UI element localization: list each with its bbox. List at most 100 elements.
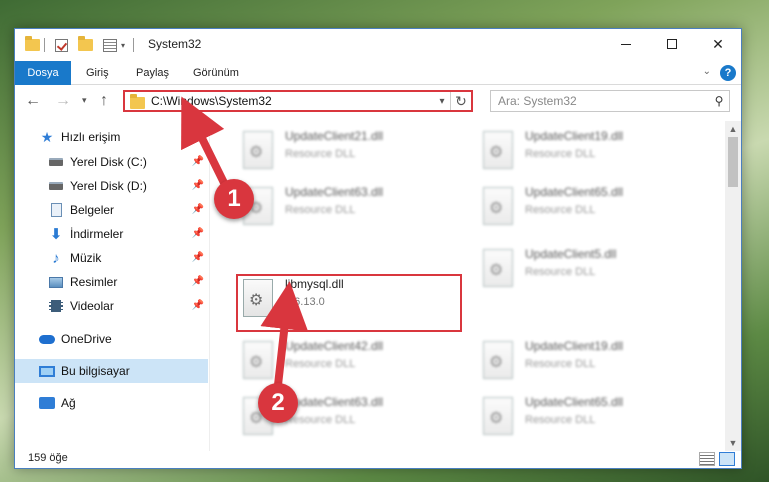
tab-file[interactable]: Dosya: [15, 61, 71, 85]
cloud-icon: [39, 332, 55, 346]
vertical-scrollbar[interactable]: ▲ ▼: [725, 121, 741, 451]
video-icon: [48, 299, 64, 313]
pin-icon[interactable]: 📌: [192, 228, 204, 239]
expand-ribbon-icon[interactable]: ⌄: [703, 66, 711, 77]
explorer-window: ▾ System32 ✕ Dosya Giriş Paylaş Görünüm …: [14, 28, 742, 469]
file-description: Resource DLL: [525, 148, 596, 160]
address-history-chevron-icon[interactable]: ▾: [434, 96, 450, 107]
annotation-badge-1: 1: [214, 179, 254, 219]
sidebar-item-onedrive[interactable]: OneDrive: [15, 327, 210, 351]
sidebar-item-local-disk-d[interactable]: Yerel Disk (D:) 📌: [15, 174, 210, 198]
up-arrow-icon[interactable]: ↑: [100, 92, 108, 110]
file-item[interactable]: UpdateClient63.dll Resource DLL: [239, 183, 469, 233]
properties-check-icon[interactable]: [55, 38, 68, 52]
annotation-badge-2: 2: [258, 383, 298, 423]
file-name: UpdateClient65.dll: [525, 185, 624, 199]
sidebar-item-local-disk-c[interactable]: Yerel Disk (C:) 📌: [15, 150, 210, 174]
file-name: UpdateClient65.dll: [525, 395, 624, 409]
pin-icon[interactable]: 📌: [192, 276, 204, 287]
file-item[interactable]: UpdateClient19.dll Resource DLL: [479, 127, 709, 177]
details-view-icon[interactable]: [699, 452, 715, 466]
new-folder-icon[interactable]: [78, 36, 93, 51]
dll-file-icon: [483, 131, 513, 169]
file-name: UpdateClient19.dll: [525, 339, 624, 353]
file-name: UpdateClient5.dll: [525, 247, 617, 261]
scroll-up-icon[interactable]: ▲: [725, 121, 741, 137]
tab-home[interactable]: Giriş: [86, 61, 109, 85]
close-button[interactable]: ✕: [695, 29, 741, 59]
address-bar[interactable]: C:\Windows\System32 ▾ ↻: [123, 90, 473, 112]
sidebar-item-pictures[interactable]: Resimler 📌: [15, 270, 210, 294]
file-item[interactable]: UpdateClient5.dll Resource DLL: [479, 245, 709, 295]
file-item[interactable]: UpdateClient65.dll Resource DLL: [479, 183, 709, 233]
recent-locations-chevron-icon[interactable]: ▾: [82, 95, 87, 106]
sidebar-item-label: Ağ: [61, 396, 76, 410]
status-bar: 159 öğe: [15, 449, 741, 469]
file-item-libmysql[interactable]: libmysql.dll 5.6.13.0: [239, 275, 469, 325]
help-icon[interactable]: ?: [720, 65, 736, 81]
pin-icon[interactable]: 📌: [192, 180, 204, 191]
pin-icon[interactable]: 📌: [192, 204, 204, 215]
sidebar-item-label: İndirmeler: [70, 227, 124, 241]
file-item[interactable]: UpdateClient42.dll Resource DLL: [239, 337, 469, 387]
large-icons-view-icon[interactable]: [719, 452, 735, 466]
sidebar-item-network[interactable]: Ağ: [15, 391, 210, 415]
document-icon: [48, 203, 64, 217]
sidebar-item-music[interactable]: ♪ Müzik 📌: [15, 246, 210, 270]
file-description: Resource DLL: [525, 358, 596, 370]
file-item[interactable]: UpdateClient21.dll Resource DLL: [239, 127, 469, 177]
file-name: UpdateClient19.dll: [525, 129, 624, 143]
dll-file-icon: [483, 187, 513, 225]
tab-view[interactable]: Görünüm: [193, 61, 239, 85]
sidebar-item-downloads[interactable]: ⬇ İndirmeler 📌: [15, 222, 210, 246]
search-icon[interactable]: ⚲: [709, 94, 729, 108]
title-bar: ▾ System32 ✕: [15, 29, 741, 61]
file-description: Resource DLL: [285, 358, 356, 370]
ribbon-tabs: Dosya Giriş Paylaş Görünüm ⌄ ?: [15, 61, 741, 85]
dll-file-icon: [483, 249, 513, 287]
window-title: System32: [148, 37, 202, 51]
folder-icon: [25, 36, 40, 51]
pin-icon[interactable]: 📌: [192, 300, 204, 311]
drive-icon: [48, 155, 64, 169]
customize-toolbar-icon[interactable]: [103, 38, 117, 52]
minimize-button[interactable]: [603, 29, 649, 59]
music-icon: ♪: [52, 249, 60, 267]
sidebar-item-documents[interactable]: Belgeler 📌: [15, 198, 210, 222]
sidebar-item-label: Müzik: [70, 251, 102, 265]
pin-icon[interactable]: 📌: [192, 156, 204, 167]
sidebar-item-label: OneDrive: [61, 332, 112, 346]
scroll-thumb[interactable]: [728, 137, 738, 187]
file-version: 5.6.13.0: [285, 296, 325, 308]
pin-icon[interactable]: 📌: [192, 252, 204, 263]
sidebar-item-this-pc[interactable]: Bu bilgisayar: [15, 359, 208, 383]
navigation-pane: ★ Hızlı erişim Yerel Disk (C:) 📌 Yerel D…: [15, 121, 210, 451]
dll-file-icon: [483, 341, 513, 379]
address-path[interactable]: C:\Windows\System32: [151, 94, 434, 108]
sidebar-item-label: Yerel Disk (C:): [70, 155, 147, 169]
file-description: Resource DLL: [525, 204, 596, 216]
back-arrow-icon[interactable]: ←: [25, 92, 41, 110]
chevron-down-icon[interactable]: ▾: [121, 41, 125, 50]
dll-file-icon: [243, 131, 273, 169]
drive-icon: [48, 179, 64, 193]
file-item[interactable]: UpdateClient19.dll Resource DLL: [479, 337, 709, 387]
search-box[interactable]: ⚲: [490, 90, 730, 112]
toolbar-separator: [133, 38, 135, 52]
dll-file-icon: [243, 341, 273, 379]
sidebar-item-label: Belgeler: [70, 203, 115, 217]
file-item[interactable]: UpdateClient65.dll Resource DLL: [479, 393, 709, 443]
tab-share[interactable]: Paylaş: [136, 61, 169, 85]
refresh-icon[interactable]: ↻: [451, 93, 471, 110]
sidebar-item-quick-access[interactable]: ★ Hızlı erişim: [15, 125, 210, 149]
search-input[interactable]: [498, 94, 709, 108]
sidebar-item-videos[interactable]: Videolar 📌: [15, 294, 210, 318]
sidebar-item-label: Resimler: [70, 275, 118, 289]
file-description: Resource DLL: [525, 266, 596, 278]
maximize-button[interactable]: [649, 29, 695, 59]
download-icon: ⬇: [49, 226, 63, 243]
dll-file-icon: [483, 397, 513, 435]
forward-arrow-icon[interactable]: →: [55, 92, 71, 110]
star-icon: ★: [40, 128, 54, 145]
minimize-icon: [621, 43, 631, 45]
